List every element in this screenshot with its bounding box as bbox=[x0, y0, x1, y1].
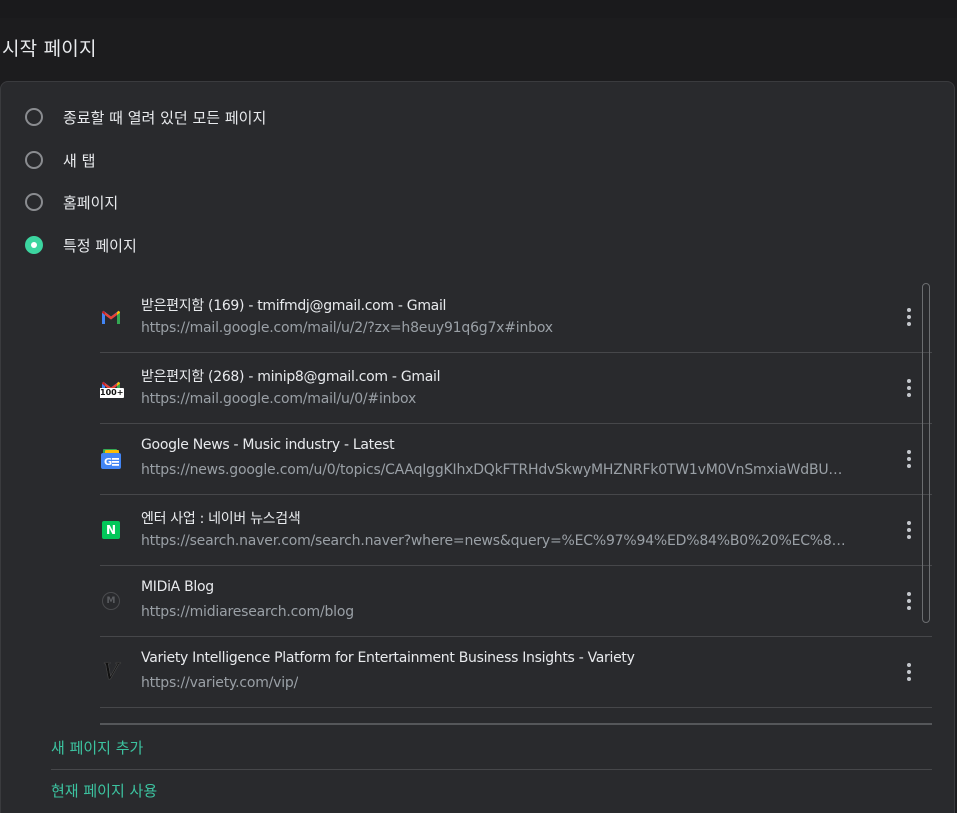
action-divider bbox=[51, 769, 932, 770]
unread-badge: 100+ bbox=[100, 388, 125, 398]
svg-text:G: G bbox=[104, 457, 112, 468]
radio-label: 새 탭 bbox=[63, 151, 96, 170]
add-new-page-button[interactable]: 새 페이지 추가 bbox=[51, 737, 143, 758]
page-url: https://midiaresearch.com/blog bbox=[141, 604, 354, 620]
list-item: 받은편지함 (169) - tmifmdj@gmail.com - Gmail … bbox=[100, 282, 932, 353]
list-item: G Google News - Music industry - Latest … bbox=[100, 424, 932, 495]
radio-new-tab[interactable]: 새 탭 bbox=[25, 148, 95, 172]
midia-letter: M bbox=[106, 596, 116, 606]
page-title: 엔터 사업 : 네이버 뉴스검색 bbox=[141, 511, 301, 527]
section-title: 시작 페이지 bbox=[2, 38, 97, 60]
radio-button[interactable] bbox=[25, 193, 43, 211]
gmail-100-icon: 100+ bbox=[100, 377, 125, 399]
startup-pages-list: 받은편지함 (169) - tmifmdj@gmail.com - Gmail … bbox=[100, 282, 932, 712]
list-item: 100+ 받은편지함 (268) - minip8@gmail.com - Gm… bbox=[100, 353, 932, 424]
variety-letter: V bbox=[103, 659, 119, 685]
list-bottom-divider bbox=[100, 723, 932, 725]
page-title: 받은편지함 (169) - tmifmdj@gmail.com - Gmail bbox=[141, 298, 447, 314]
page-url: https://mail.google.com/mail/u/0/#inbox bbox=[141, 391, 417, 407]
page-url: https://mail.google.com/mail/u/2/?zx=h8e… bbox=[141, 320, 553, 336]
more-vert-icon[interactable] bbox=[900, 589, 918, 613]
gmail-icon bbox=[100, 306, 122, 328]
more-vert-icon[interactable] bbox=[900, 660, 918, 684]
more-vert-icon[interactable] bbox=[900, 447, 918, 471]
variety-icon: V bbox=[100, 659, 122, 685]
more-vert-icon[interactable] bbox=[900, 376, 918, 400]
page-title: Google News - Music industry - Latest bbox=[141, 437, 395, 453]
list-item: N 엔터 사업 : 네이버 뉴스검색 https://search.naver.… bbox=[100, 495, 932, 566]
midia-icon: M bbox=[100, 590, 122, 612]
page-url: https://search.naver.com/search.naver?wh… bbox=[141, 533, 851, 549]
radio-continue-session[interactable]: 종료할 때 열려 있던 모든 페이지 bbox=[25, 105, 266, 129]
radio-homepage[interactable]: 홈페이지 bbox=[25, 190, 118, 214]
page-title: Variety Intelligence Platform for Entert… bbox=[141, 650, 635, 666]
list-item: M MIDiA Blog https://midiaresearch.com/b… bbox=[100, 566, 932, 637]
more-vert-icon[interactable] bbox=[900, 305, 918, 329]
settings-page: 시작 페이지 종료할 때 열려 있던 모든 페이지 새 탭 홈페이지 특정 페이… bbox=[0, 0, 957, 813]
radio-label: 특정 페이지 bbox=[63, 236, 137, 255]
page-url: https://variety.com/vip/ bbox=[141, 675, 299, 691]
list-scrollbar[interactable] bbox=[922, 283, 930, 623]
use-current-pages-button[interactable]: 현재 페이지 사용 bbox=[51, 780, 157, 801]
radio-label: 종료할 때 열려 있던 모든 페이지 bbox=[63, 108, 267, 127]
page-title: MIDiA Blog bbox=[141, 579, 214, 595]
radio-specific-pages[interactable]: 특정 페이지 bbox=[25, 233, 137, 257]
radio-button[interactable] bbox=[25, 151, 43, 169]
page-title: 받은편지함 (268) - minip8@gmail.com - Gmail bbox=[141, 369, 441, 385]
naver-letter: N bbox=[105, 523, 117, 537]
list-item: V Variety Intelligence Platform for Ente… bbox=[100, 637, 932, 708]
radio-label: 홈페이지 bbox=[63, 193, 119, 212]
top-strip bbox=[0, 0, 957, 18]
radio-button-checked[interactable] bbox=[25, 236, 43, 254]
page-url: https://news.google.com/u/0/topics/CAAqI… bbox=[141, 462, 851, 478]
radio-button[interactable] bbox=[25, 108, 43, 126]
naver-icon: N bbox=[100, 519, 122, 541]
google-news-icon: G bbox=[100, 448, 122, 470]
more-vert-icon[interactable] bbox=[900, 518, 918, 542]
